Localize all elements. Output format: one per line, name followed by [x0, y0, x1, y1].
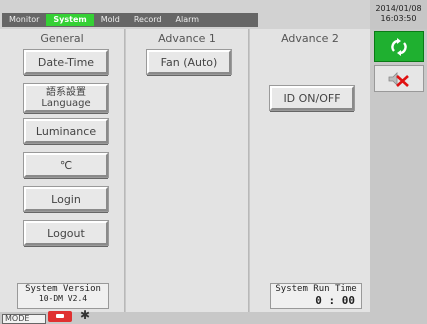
advance2-panel: Advance 2	[250, 29, 370, 312]
system-version-value: 10-DM V2.4	[38, 294, 88, 303]
advance2-title: Advance 2	[281, 32, 339, 45]
system-run-time-label: System Run Time	[275, 284, 357, 294]
logout-button[interactable]: Logout	[23, 220, 109, 246]
date-text: 2014/01/08	[375, 4, 422, 13]
language-label-zh: 語系設置	[46, 87, 86, 98]
advance1-title: Advance 1	[158, 32, 216, 45]
login-button[interactable]: Login	[23, 186, 109, 212]
time-text: 16:03:50	[380, 14, 417, 23]
date-time-button[interactable]: Date-Time	[23, 49, 109, 75]
temperature-unit-button[interactable]: ℃	[23, 152, 109, 178]
system-version-box: System Version 10-DM V2.4	[17, 283, 109, 309]
tab-record[interactable]: Record	[127, 14, 169, 26]
fan-auto-button[interactable]: Fan (Auto)	[146, 49, 232, 75]
id-onoff-button[interactable]: ID ON/OFF	[269, 85, 355, 111]
gear-icon[interactable]: ✱	[80, 308, 90, 322]
mode-button[interactable]: MODE	[2, 314, 46, 324]
language-label-en: Language	[41, 98, 91, 109]
tab-monitor[interactable]: Monitor	[2, 14, 46, 26]
system-run-time-value: 0 : 00	[315, 294, 355, 307]
top-bar: Monitor System Mold Record Alarm	[0, 0, 370, 29]
refresh-icon	[391, 37, 407, 56]
system-run-time-box: System Run Time 0 : 00	[270, 283, 362, 309]
speaker-muted-icon	[388, 71, 409, 87]
mute-button[interactable]	[374, 65, 424, 92]
general-title: General	[40, 32, 84, 45]
luminance-button[interactable]: Luminance	[23, 118, 109, 144]
refresh-button[interactable]	[374, 31, 424, 62]
datetime-display: 2014/01/08 16:03:50	[370, 0, 427, 29]
language-button[interactable]: 語系設置 Language	[23, 83, 109, 113]
stop-icon[interactable]	[48, 311, 72, 322]
system-version-label: System Version	[25, 284, 101, 294]
tab-mold[interactable]: Mold	[94, 14, 127, 26]
tab-system[interactable]: System	[46, 14, 94, 26]
main-tabs: Monitor System Mold Record Alarm	[2, 13, 258, 27]
tab-alarm[interactable]: Alarm	[169, 14, 207, 26]
